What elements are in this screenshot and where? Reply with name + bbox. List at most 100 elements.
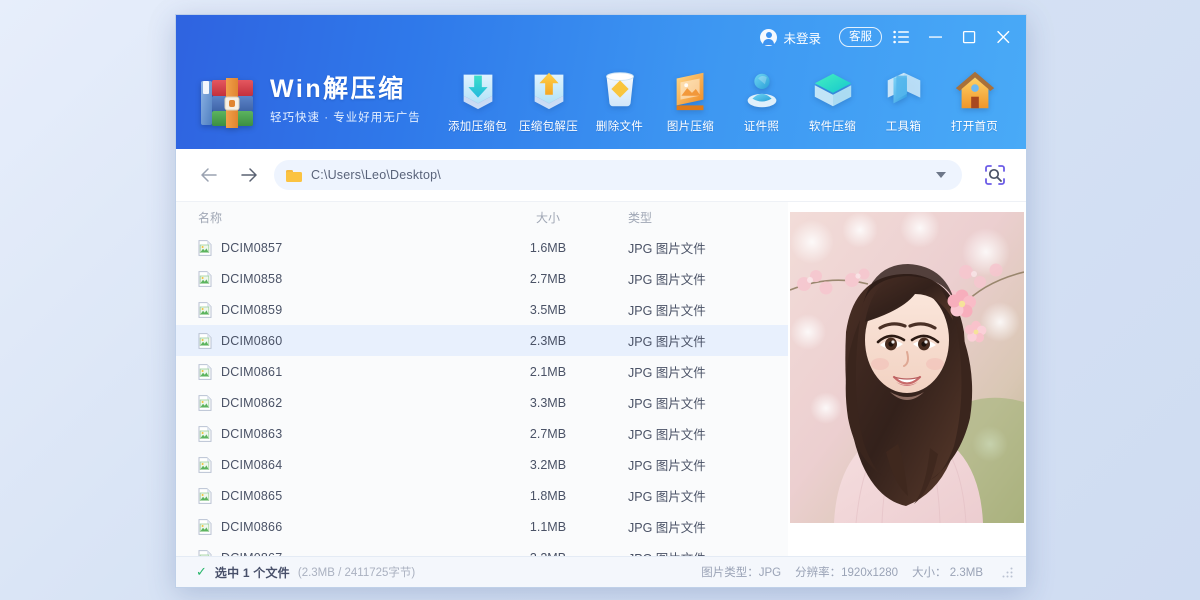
toolbar-item-id-photo[interactable]: 证件照 bbox=[726, 67, 797, 134]
toolbar-item-label: 证件照 bbox=[744, 118, 779, 134]
toolbar-item-image-compress[interactable]: 图片压缩 bbox=[655, 67, 726, 134]
forward-button[interactable] bbox=[234, 160, 264, 190]
app-header: 未登录 客服 bbox=[176, 15, 1026, 149]
jpg-image-file-icon bbox=[198, 488, 212, 504]
account-button[interactable]: 未登录 bbox=[752, 28, 829, 47]
file-type-cell: JPG 图片文件 bbox=[618, 548, 788, 556]
toolbar-item-add-archive[interactable]: 添加压缩包 bbox=[442, 67, 513, 134]
path-input[interactable]: C:\Users\Leo\Desktop\ bbox=[274, 160, 962, 190]
toolbox-layers-icon bbox=[881, 67, 927, 113]
status-image-type: 图片类型：JPG bbox=[701, 564, 781, 580]
content-area: 名称 大小 类型 DCIM08571.6MBJPG 图片文件DCIM08582.… bbox=[176, 202, 1026, 556]
file-name-cell[interactable]: DCIM0858 bbox=[198, 271, 478, 287]
file-size-cell: 1.8MB bbox=[478, 489, 618, 503]
toolbar-item-open-homepage[interactable]: 打开首页 bbox=[939, 67, 1010, 134]
file-name-cell[interactable]: DCIM0864 bbox=[198, 457, 478, 473]
image-compress-icon bbox=[668, 67, 714, 113]
table-row[interactable]: DCIM0864 3.2MBJPG 图片文件 bbox=[176, 449, 788, 480]
jpg-image-file-icon bbox=[198, 426, 212, 442]
file-type-cell: JPG 图片文件 bbox=[618, 393, 788, 412]
toolbar-item-toolbox[interactable]: 工具箱 bbox=[868, 67, 939, 134]
menu-button[interactable] bbox=[886, 22, 916, 52]
file-name-cell[interactable]: DCIM0863 bbox=[198, 426, 478, 442]
user-avatar-icon bbox=[760, 29, 777, 46]
file-size-cell: 3.2MB bbox=[478, 458, 618, 472]
app-window: 未登录 客服 bbox=[175, 14, 1027, 588]
preview-image[interactable] bbox=[790, 212, 1024, 523]
table-row[interactable]: DCIM08673.2MBJPG 图片文件 bbox=[176, 542, 788, 556]
jpg-image-file-icon bbox=[198, 271, 212, 287]
home-house-icon bbox=[952, 67, 998, 113]
file-type-cell: JPG 图片文件 bbox=[618, 517, 788, 536]
back-button[interactable] bbox=[194, 160, 224, 190]
file-name-cell[interactable]: DCIM0866 bbox=[198, 519, 478, 535]
file-type-cell: JPG 图片文件 bbox=[618, 269, 788, 288]
status-size: 大小： 2.3MB bbox=[912, 564, 983, 580]
arrow-left-icon bbox=[200, 167, 218, 183]
minimize-button[interactable] bbox=[920, 22, 950, 52]
file-type-cell: JPG 图片文件 bbox=[618, 238, 788, 257]
file-name-cell[interactable]: DCIM0865 bbox=[198, 488, 478, 504]
table-row[interactable]: DCIM08593.5MBJPG 图片文件 bbox=[176, 294, 788, 325]
toolbar-item-label: 删除文件 bbox=[596, 118, 643, 134]
maximize-button[interactable] bbox=[954, 22, 984, 52]
file-name-cell[interactable]: DCIM0860 bbox=[198, 333, 478, 349]
jpg-image-file-icon bbox=[198, 395, 212, 411]
table-row[interactable]: DCIM08632.7MBJPG 图片文件 bbox=[176, 418, 788, 449]
customer-service-button[interactable]: 客服 bbox=[839, 27, 882, 47]
table-row[interactable]: DCIM0858 2.7MBJPG 图片文件 bbox=[176, 263, 788, 294]
table-row[interactable]: DCIM08623.3MBJPG 图片文件 bbox=[176, 387, 788, 418]
file-size-cell: 1.6MB bbox=[478, 241, 618, 255]
column-header-name[interactable]: 名称 bbox=[198, 209, 478, 226]
address-bar: C:\Users\Leo\Desktop\ bbox=[176, 149, 1026, 202]
jpg-image-file-icon bbox=[198, 240, 212, 256]
file-size-cell: 2.3MB bbox=[478, 334, 618, 348]
toolbar-item-extract-archive[interactable]: 压缩包解压 bbox=[513, 67, 584, 134]
archive-extract-up-arrow-icon bbox=[526, 67, 572, 113]
table-row[interactable]: DCIM0857 1.6MBJPG 图片文件 bbox=[176, 232, 788, 263]
search-button[interactable] bbox=[982, 162, 1008, 188]
maximize-icon bbox=[962, 30, 977, 44]
image-preview bbox=[790, 212, 1024, 523]
file-name-cell[interactable]: DCIM0857 bbox=[198, 240, 478, 256]
app-slogan: 轻巧快速 · 专业好用无广告 bbox=[270, 109, 421, 125]
path-value: C:\Users\Leo\Desktop\ bbox=[311, 168, 927, 182]
file-name-label: DCIM0864 bbox=[221, 458, 282, 472]
toolbar-item-label: 工具箱 bbox=[886, 118, 921, 134]
table-row[interactable]: DCIM08661.1MBJPG 图片文件 bbox=[176, 511, 788, 542]
toolbar-item-delete-file[interactable]: 删除文件 bbox=[584, 67, 655, 134]
file-name-label: DCIM0862 bbox=[221, 396, 282, 410]
table-row[interactable]: DCIM08602.3MBJPG 图片文件 bbox=[176, 325, 788, 356]
software-box-icon bbox=[810, 67, 856, 113]
column-header-type[interactable]: 类型 bbox=[618, 209, 788, 226]
status-selection-text: 选中 1 个文件 bbox=[215, 564, 290, 581]
toolbar-item-label: 软件压缩 bbox=[809, 118, 856, 134]
close-icon bbox=[996, 30, 1011, 44]
toolbar-item-software-compress[interactable]: 软件压缩 bbox=[797, 67, 868, 134]
resize-grip-icon[interactable] bbox=[1001, 566, 1014, 579]
file-name-cell[interactable]: DCIM0861 bbox=[198, 364, 478, 380]
column-header-size[interactable]: 大小 bbox=[478, 209, 618, 226]
brand: Win解压缩 轻巧快速 · 专业好用无广告 bbox=[198, 69, 421, 131]
file-size-cell: 2.1MB bbox=[478, 365, 618, 379]
chevron-down-icon[interactable] bbox=[936, 172, 946, 178]
close-button[interactable] bbox=[988, 22, 1018, 52]
file-name-cell[interactable]: DCIM0859 bbox=[198, 302, 478, 318]
file-size-cell: 2.7MB bbox=[478, 427, 618, 441]
winrar-books-icon bbox=[198, 69, 256, 131]
file-name-label: DCIM0865 bbox=[221, 489, 282, 503]
file-size-cell: 2.7MB bbox=[478, 272, 618, 286]
file-type-cell: JPG 图片文件 bbox=[618, 455, 788, 474]
id-photo-person-icon bbox=[739, 67, 785, 113]
table-row[interactable]: DCIM08612.1MBJPG 图片文件 bbox=[176, 356, 788, 387]
desktop-background: 未登录 客服 bbox=[0, 0, 1200, 600]
file-name-label: DCIM0858 bbox=[221, 272, 282, 286]
file-name-cell[interactable]: DCIM0862 bbox=[198, 395, 478, 411]
file-name-label: DCIM0857 bbox=[221, 241, 282, 255]
status-selection-bytes: (2.3MB / 2411725字节) bbox=[298, 564, 415, 580]
file-name-label: DCIM0860 bbox=[221, 334, 282, 348]
file-list-header: 名称 大小 类型 bbox=[176, 202, 788, 232]
table-row[interactable]: DCIM08651.8MBJPG 图片文件 bbox=[176, 480, 788, 511]
file-rows: DCIM08571.6MBJPG 图片文件DCIM08582.7MBJPG 图片… bbox=[176, 232, 788, 556]
status-image-info: 图片类型：JPG 分辨率：1920x1280 大小： 2.3MB bbox=[701, 564, 1014, 580]
